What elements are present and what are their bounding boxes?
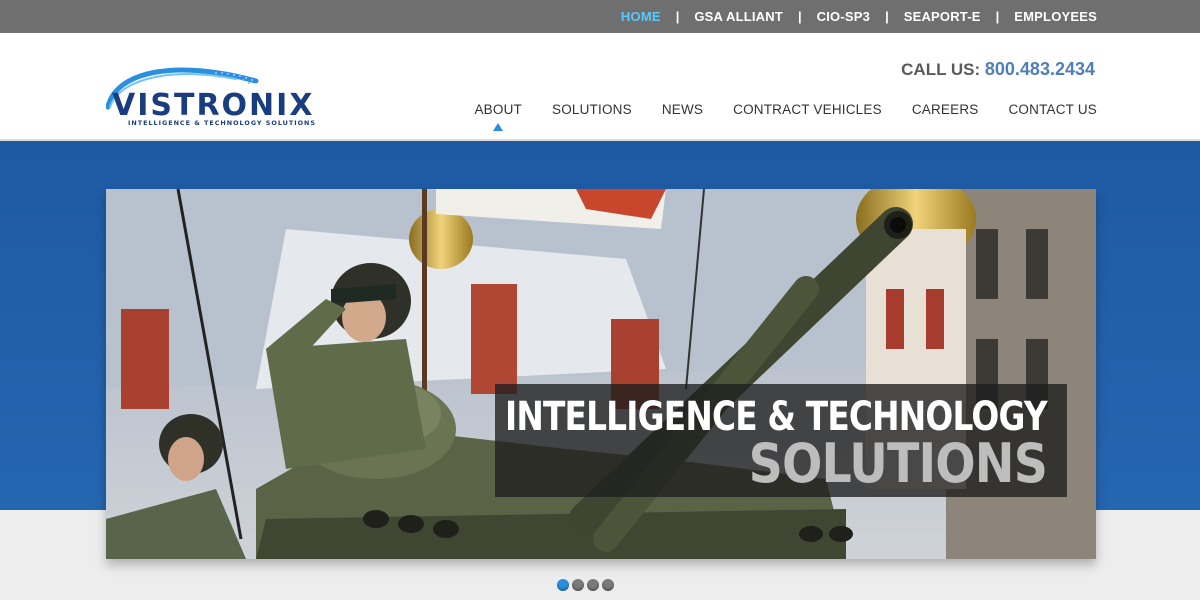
phone-number[interactable]: 800.483.2434 [985, 59, 1095, 79]
main-nav: ABOUT SOLUTIONS NEWS CONTRACT VEHICLES C… [474, 102, 1097, 131]
hero-image [106, 189, 1096, 559]
top-nav-home[interactable]: HOME [621, 9, 661, 24]
top-nav-gsa-alliant[interactable]: GSA ALLIANT [694, 9, 783, 24]
top-nav-separator: | [885, 9, 889, 24]
logo-graphic: VISTRONIX INTELLIGENCE & TECHNOLOGY SOLU… [105, 67, 316, 127]
brand-tagline: INTELLIGENCE & TECHNOLOGY SOLUTIONS [128, 119, 316, 127]
slider-pagination [557, 579, 614, 591]
brand-name: VISTRONIX [112, 88, 314, 123]
site-header: VISTRONIX INTELLIGENCE & TECHNOLOGY SOLU… [0, 33, 1200, 141]
nav-about[interactable]: ABOUT [474, 102, 522, 131]
hero-slide[interactable]: INTELLIGENCE & TECHNOLOGY SOLUTIONS [106, 189, 1096, 559]
top-nav-separator: | [995, 9, 1000, 24]
nav-contract-vehicles[interactable]: CONTRACT VEHICLES [733, 102, 882, 117]
top-bar: HOME | GSA ALLIANT | CIO-SP3 | SEAPORT-E… [0, 0, 1200, 33]
slide-dot-3[interactable] [587, 579, 599, 591]
nav-about-label: ABOUT [474, 102, 522, 117]
top-nav-separator: | [675, 9, 680, 24]
nav-contact-us[interactable]: CONTACT US [1008, 102, 1097, 117]
call-us-label: CALL US: [901, 60, 981, 79]
active-caret-icon [493, 123, 504, 131]
hero-caption: INTELLIGENCE & TECHNOLOGY SOLUTIONS [495, 384, 1067, 497]
hero-subheadline: SOLUTIONS [748, 432, 1048, 495]
top-nav-seaport-e[interactable]: SEAPORT-E [904, 9, 981, 24]
slide-dot-2[interactable] [572, 579, 584, 591]
top-nav: HOME | GSA ALLIANT | CIO-SP3 | SEAPORT-E… [621, 0, 1097, 33]
nav-solutions[interactable]: SOLUTIONS [552, 102, 632, 117]
top-nav-cio-sp3[interactable]: CIO-SP3 [817, 9, 870, 24]
nav-news[interactable]: NEWS [662, 102, 703, 117]
top-nav-separator: | [798, 9, 802, 24]
top-nav-employees[interactable]: EMPLOYEES [1014, 9, 1097, 24]
brand-logo[interactable]: VISTRONIX INTELLIGENCE & TECHNOLOGY SOLU… [105, 61, 346, 131]
slide-dot-4[interactable] [602, 579, 614, 591]
call-us: CALL US: 800.483.2434 [901, 59, 1095, 80]
slide-dot-1[interactable] [557, 579, 569, 591]
nav-careers[interactable]: CAREERS [912, 102, 979, 117]
